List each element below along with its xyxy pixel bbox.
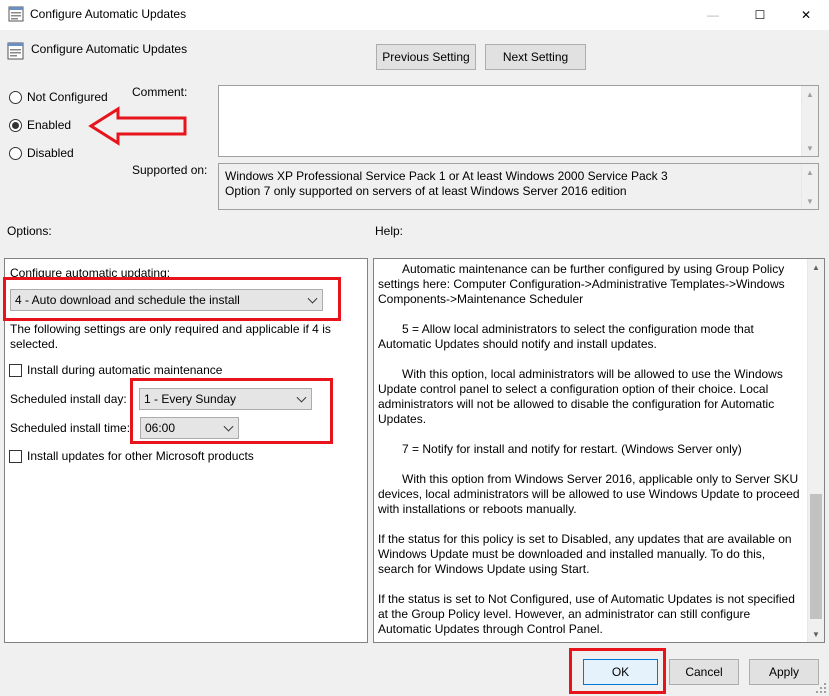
help-paragraph: If the status is set to Not Configured, … (378, 592, 795, 636)
radio-label: Disabled (27, 146, 74, 160)
settings-note: The following settings are only required… (10, 322, 331, 351)
minimize-icon: — (707, 8, 719, 22)
red-arrow-icon (88, 106, 187, 146)
help-scrollbar[interactable]: ▲ ▼ (807, 259, 824, 642)
close-icon: ✕ (800, 8, 812, 22)
radio-not-configured[interactable]: Not Configured (9, 90, 108, 104)
title-bar: Configure Automatic Updates — ☐ ✕ (0, 0, 829, 30)
radio-circle[interactable] (9, 90, 22, 104)
policy-icon (8, 6, 24, 22)
supported-on-box: Windows XP Professional Service Pack 1 o… (218, 163, 819, 210)
supported-line: Windows XP Professional Service Pack 1 o… (225, 169, 668, 183)
scroll-down-icon[interactable]: ▼ (808, 626, 824, 642)
other-products-checkbox-row[interactable]: Install updates for other Microsoft prod… (9, 449, 254, 463)
setting-title: Configure Automatic Updates (31, 42, 188, 56)
maximize-button[interactable]: ☐ (737, 0, 783, 30)
maximize-icon: ☐ (754, 8, 766, 22)
minimize-button[interactable]: — (690, 0, 736, 30)
next-setting-button[interactable]: Next Setting (485, 44, 586, 70)
comment-textarea[interactable]: ▲ ▼ (218, 85, 819, 157)
previous-setting-button[interactable]: Previous Setting (376, 44, 476, 70)
apply-button[interactable]: Apply (749, 659, 819, 685)
help-paragraph: 7 = Notify for install and notify for re… (402, 442, 742, 456)
close-button[interactable]: ✕ (783, 0, 829, 30)
help-paragraph: 5 = Allow local administrators to select… (378, 322, 754, 351)
install-day-label: Scheduled install day: (10, 392, 127, 406)
help-paragraph: Automatic maintenance can be further con… (378, 262, 785, 306)
scroll-up-icon[interactable]: ▲ (802, 164, 818, 180)
options-title: Options: (7, 224, 52, 238)
scroll-thumb[interactable] (810, 494, 822, 619)
radio-disabled[interactable]: Disabled (9, 146, 74, 160)
policy-icon (7, 42, 24, 60)
scroll-up-icon[interactable]: ▲ (802, 86, 818, 102)
maintenance-checkbox[interactable] (9, 363, 22, 377)
highlight-box (3, 277, 341, 321)
resize-grip-icon[interactable] (815, 682, 827, 694)
radio-circle[interactable] (9, 118, 22, 132)
maintenance-checkbox-row[interactable]: Install during automatic maintenance (9, 363, 222, 377)
install-time-label: Scheduled install time: (10, 421, 131, 435)
highlight-box (130, 378, 333, 444)
radio-enabled[interactable]: Enabled (9, 118, 71, 132)
cancel-button[interactable]: Cancel (669, 659, 739, 685)
supported-scrollbar[interactable]: ▲ ▼ (801, 164, 818, 209)
comment-scrollbar[interactable]: ▲ ▼ (801, 86, 818, 156)
supported-on-label: Supported on: (132, 163, 208, 177)
window-title: Configure Automatic Updates (30, 7, 187, 21)
scroll-up-icon[interactable]: ▲ (808, 259, 824, 275)
comment-label: Comment: (132, 85, 188, 99)
help-paragraph: With this option, local administrators w… (378, 367, 783, 426)
help-paragraph: With this option from Windows Server 201… (378, 472, 800, 516)
supported-line: Option 7 only supported on servers of at… (225, 184, 627, 198)
radio-label: Not Configured (27, 90, 108, 104)
radio-label: Enabled (27, 118, 72, 132)
help-title: Help: (375, 224, 404, 238)
help-paragraph: If the status for this policy is set to … (378, 532, 792, 576)
checkbox-label: Install updates for other Microsoft prod… (27, 449, 254, 463)
help-panel: Automatic maintenance can be further con… (373, 258, 825, 643)
scroll-down-icon[interactable]: ▼ (802, 193, 818, 209)
radio-circle[interactable] (9, 146, 22, 160)
help-content: Automatic maintenance can be further con… (378, 262, 802, 642)
checkbox-label: Install during automatic maintenance (27, 363, 223, 377)
highlight-box (569, 648, 666, 694)
scroll-down-icon[interactable]: ▼ (802, 140, 818, 156)
other-products-checkbox[interactable] (9, 449, 22, 463)
